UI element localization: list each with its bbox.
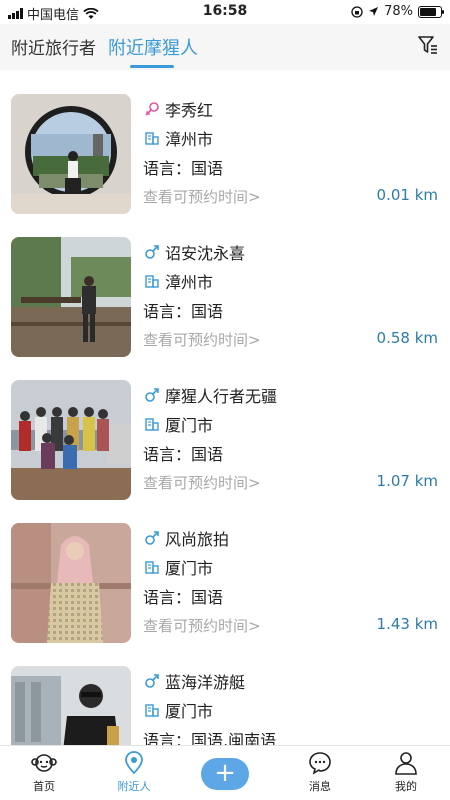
filter-icon[interactable] (416, 33, 440, 57)
guide-photo[interactable] (11, 666, 131, 745)
top-tab-bar: 附近旅行者 附近摩猩人 (0, 24, 450, 70)
nav-profile[interactable]: 我的 (376, 750, 436, 794)
female-icon (143, 100, 161, 118)
guide-language: 语言：国语 (143, 302, 224, 321)
male-icon (143, 529, 161, 547)
person-icon (395, 752, 417, 775)
monkey-icon (31, 754, 57, 772)
guide-photo[interactable] (11, 523, 131, 643)
guide-name[interactable]: 摩猩人行者无疆 (165, 383, 277, 407)
guide-card[interactable]: 风尚旅拍 厦门市 语言：国语 查看可预约时间> 1.43 km (0, 499, 450, 643)
guide-card[interactable]: 摩猩人行者无疆 厦门市 语言：国语 查看可预约时间> 1.07 km (0, 356, 450, 500)
battery-level (420, 7, 436, 16)
guide-list[interactable]: 李秀红 漳州市 语言：国语 查看可预约时间> 0.01 km 诏安沈永喜 漳州市… (0, 70, 450, 745)
guide-name[interactable]: 李秀红 (165, 97, 213, 121)
nav-messages-label: 消息 (309, 780, 331, 793)
guide-city: 漳州市 (165, 130, 214, 149)
guide-language: 语言：国语 (143, 588, 224, 607)
nav-nearby-label: 附近人 (117, 780, 151, 793)
nav-nearby[interactable]: 附近人 (104, 750, 164, 794)
battery-percent: 78% (384, 4, 413, 19)
guide-card[interactable]: 诏安沈永喜 漳州市 语言：国语 查看可预约时间> 0.58 km (0, 213, 450, 357)
guide-city: 厦门市 (165, 416, 214, 435)
guide-name[interactable]: 诏安沈永喜 (165, 240, 245, 264)
guide-photo[interactable] (11, 237, 131, 357)
guide-distance: 1.07 km (376, 472, 438, 490)
guide-name[interactable]: 蓝海洋游艇 (165, 669, 245, 693)
guide-photo[interactable] (11, 380, 131, 500)
tab-nearby-travelers[interactable]: 附近旅行者 (11, 34, 96, 59)
view-availability-link[interactable]: 查看可预约时间> (143, 186, 261, 207)
nav-messages[interactable]: 消息 (290, 750, 350, 794)
location-pin-icon (125, 751, 143, 775)
bottom-nav: 首页 附近人 + 消息 我的 (0, 745, 450, 800)
chat-bubble-icon (309, 752, 331, 775)
guide-card[interactable]: 李秀红 漳州市 语言：国语 查看可预约时间> 0.01 km (0, 70, 450, 214)
guide-city: 厦门市 (165, 559, 214, 578)
active-tab-indicator (130, 65, 174, 68)
guide-language: 语言：国语 (143, 159, 224, 178)
location-arrow-icon (369, 7, 379, 16)
tab-nearby-guides[interactable]: 附近摩猩人 (108, 34, 198, 60)
guide-distance: 0.01 km (376, 186, 438, 204)
view-availability-link[interactable]: 查看可预约时间> (143, 329, 261, 350)
nav-profile-label: 我的 (395, 780, 417, 793)
building-icon (143, 272, 161, 290)
building-icon (143, 415, 161, 433)
status-bar: 中国电信 16:58 78% (0, 0, 450, 24)
guide-card[interactable]: 蓝海洋游艇 厦门市 语言：国语,闽南语 (0, 642, 450, 745)
status-right: 78% (351, 4, 444, 19)
guide-city: 厦门市 (165, 702, 214, 721)
battery-icon (418, 5, 444, 18)
building-icon (143, 701, 161, 719)
guide-language: 语言：国语,闽南语 (143, 731, 277, 745)
nav-home[interactable]: 首页 (14, 750, 74, 794)
guide-distance: 1.43 km (376, 615, 438, 633)
guide-name[interactable]: 风尚旅拍 (165, 526, 229, 550)
male-icon (143, 386, 161, 404)
plus-icon[interactable]: + (201, 758, 249, 790)
male-icon (143, 672, 161, 690)
building-icon (143, 558, 161, 576)
rotation-lock-icon (351, 5, 363, 18)
guide-city: 漳州市 (165, 273, 214, 292)
view-availability-link[interactable]: 查看可预约时间> (143, 472, 261, 493)
guide-language: 语言：国语 (143, 445, 224, 464)
nav-home-label: 首页 (33, 780, 55, 793)
guide-photo[interactable] (11, 94, 131, 214)
building-icon (143, 129, 161, 147)
view-availability-link[interactable]: 查看可预约时间> (143, 615, 261, 636)
male-icon (143, 243, 161, 261)
guide-distance: 0.58 km (376, 329, 438, 347)
